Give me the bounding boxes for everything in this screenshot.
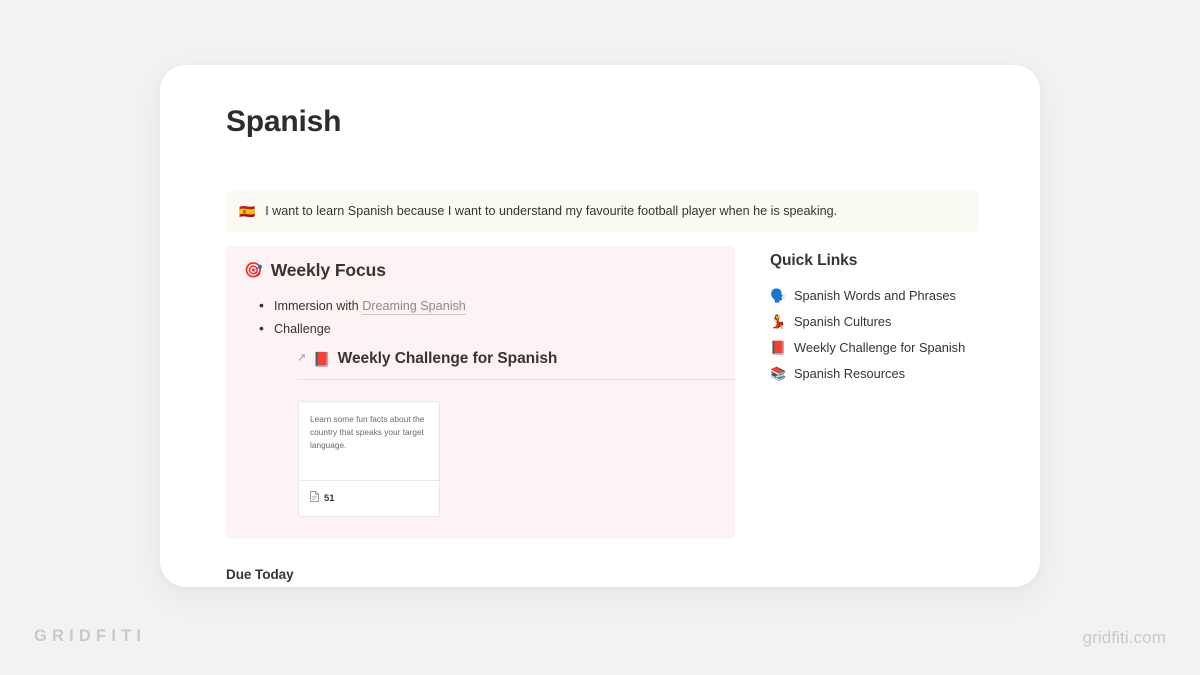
screenshot-stage: Spanish 🇪🇸 I want to learn Spanish becau… bbox=[0, 0, 1200, 675]
closed-book-icon: 📕 bbox=[770, 340, 787, 355]
page-title: Spanish bbox=[226, 105, 342, 138]
quick-link-label: Spanish Cultures bbox=[794, 314, 892, 329]
quick-link-label: Weekly Challenge for Spanish bbox=[794, 340, 966, 355]
quick-link-spanish-words-and-phrases[interactable]: 🗣️ Spanish Words and Phrases bbox=[770, 288, 994, 304]
page-preview-card[interactable]: Learn some fun facts about the country t… bbox=[298, 401, 440, 517]
due-today-title: Due Today bbox=[226, 567, 294, 582]
weekly-focus-panel: 🎯 Weekly Focus Immersion with Dreaming S… bbox=[226, 246, 737, 539]
weekly-challenge-page-link[interactable]: ↗ 📕 Weekly Challenge for Spanish bbox=[297, 350, 737, 380]
left-column: 🎯 Weekly Focus Immersion with Dreaming S… bbox=[226, 246, 737, 539]
weekly-focus-bullets: Immersion with Dreaming Spanish Challeng… bbox=[244, 297, 719, 338]
page-content: Spanish 🇪🇸 I want to learn Spanish becau… bbox=[160, 65, 1040, 587]
quick-link-spanish-resources[interactable]: 📚 Spanish Resources bbox=[770, 366, 994, 382]
dart-target-icon: 🎯 bbox=[244, 262, 263, 279]
speaking-head-icon: 🗣️ bbox=[770, 288, 787, 303]
dancer-icon: 💃 bbox=[770, 314, 787, 329]
list-item: Immersion with Dreaming Spanish bbox=[259, 297, 719, 315]
quick-link-label: Spanish Resources bbox=[794, 366, 905, 381]
goal-callout[interactable]: 🇪🇸 I want to learn Spanish because I wan… bbox=[226, 191, 979, 232]
external-arrow-icon: ↗ bbox=[297, 351, 307, 364]
weekly-focus-header: 🎯 Weekly Focus bbox=[244, 260, 719, 281]
goal-callout-text: I want to learn Spanish because I want t… bbox=[265, 204, 838, 218]
bullet-text: Immersion with bbox=[274, 299, 363, 313]
quick-link-weekly-challenge-for-spanish[interactable]: 📕 Weekly Challenge for Spanish bbox=[770, 340, 994, 356]
due-today-section: Due Today ↗ 🗣️ Spanish Words and Phrases… bbox=[226, 567, 994, 587]
weekly-challenge-label: Weekly Challenge for Spanish bbox=[337, 350, 558, 367]
bullet-text: Challenge bbox=[274, 322, 331, 336]
page-preview-footer: 51 bbox=[299, 480, 439, 516]
quick-link-label: Spanish Words and Phrases bbox=[794, 288, 956, 303]
closed-book-icon: 📕 bbox=[313, 351, 331, 367]
document-icon bbox=[310, 489, 319, 507]
gridfiti-wordmark: GRIDFITI bbox=[34, 627, 147, 645]
flag-spain-emoji: 🇪🇸 bbox=[239, 204, 256, 219]
page-preview-count: 51 bbox=[324, 492, 335, 504]
list-item: Challenge bbox=[259, 320, 719, 338]
page-preview-body: Learn some fun facts about the country t… bbox=[299, 402, 439, 480]
gridfiti-url: gridfiti.com bbox=[1082, 628, 1166, 647]
notion-page-window: Spanish 🇪🇸 I want to learn Spanish becau… bbox=[160, 65, 1040, 587]
weekly-focus-title: Weekly Focus bbox=[270, 260, 386, 280]
dreaming-spanish-link[interactable]: Dreaming Spanish bbox=[362, 299, 466, 315]
page-preview-text: Learn some fun facts about the country t… bbox=[310, 414, 425, 450]
quick-links-title: Quick Links bbox=[770, 252, 858, 269]
content-columns: 🎯 Weekly Focus Immersion with Dreaming S… bbox=[226, 246, 994, 539]
right-column: Quick Links 🗣️ Spanish Words and Phrases… bbox=[735, 246, 994, 392]
quick-link-spanish-cultures[interactable]: 💃 Spanish Cultures bbox=[770, 314, 994, 330]
books-icon: 📚 bbox=[770, 366, 787, 381]
quick-links-list: 🗣️ Spanish Words and Phrases 💃 Spanish C… bbox=[770, 288, 994, 382]
